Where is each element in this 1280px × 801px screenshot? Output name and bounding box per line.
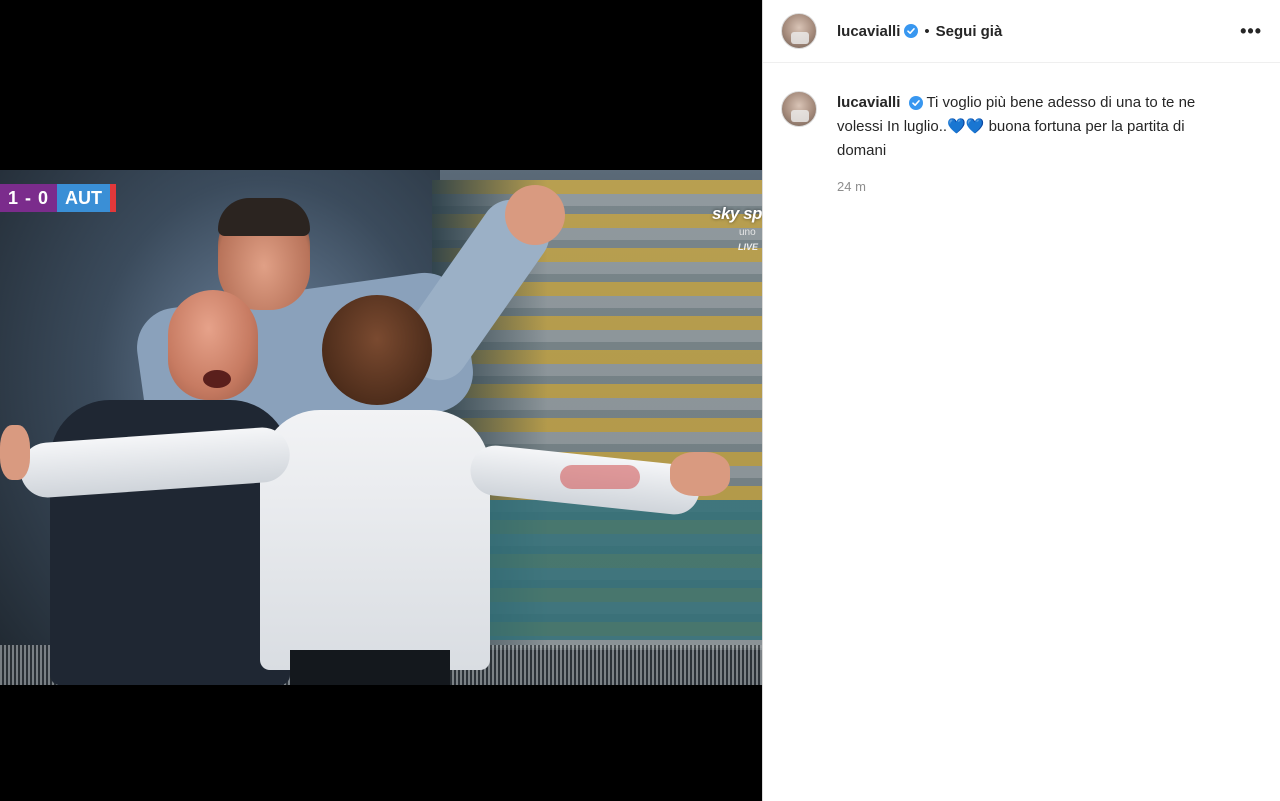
verified-badge-icon	[908, 96, 923, 111]
username-link[interactable]: lucavialli	[837, 23, 900, 40]
broadcaster-channel: uno	[739, 227, 756, 238]
person-white-shirt	[260, 410, 490, 670]
verified-badge-icon	[904, 24, 919, 38]
broadcaster-name: sky sp	[712, 204, 762, 223]
team-code: AUT	[57, 184, 111, 212]
caption-avatar[interactable]	[781, 91, 817, 127]
separator-dot: •	[924, 22, 930, 40]
score: 1 - 0	[0, 184, 58, 212]
post-side-panel: lucavialli • Segui già ••• lucavialli Ti	[762, 0, 1280, 801]
avatar[interactable]	[781, 13, 817, 49]
raised-hand	[505, 185, 565, 245]
caption-body: lucavialli Ti voglio più bene adesso di …	[837, 91, 1237, 194]
left-hand	[0, 425, 30, 480]
broadcaster-logo: sky sp uno LIVE	[712, 204, 762, 252]
scoreboard: 1 - 0 AUT	[0, 184, 117, 212]
media-panel: 1 - 0 AUT sky sp uno LIVE	[0, 0, 762, 801]
flag-strip	[110, 184, 117, 212]
caption-text-line: lucavialli Ti voglio più bene adesso di …	[837, 91, 1237, 163]
trousers	[290, 650, 450, 685]
person-brown-hair-head	[322, 295, 432, 405]
shirt-mark	[560, 465, 640, 489]
caption-block: lucavialli Ti voglio più bene adesso di …	[763, 63, 1280, 194]
open-mouth	[203, 370, 231, 388]
post-header: lucavialli • Segui già •••	[763, 0, 1280, 63]
post-image[interactable]	[0, 170, 762, 685]
live-badge: LIVE	[738, 242, 759, 252]
post-timestamp[interactable]: 24 m	[837, 179, 1237, 194]
hair	[218, 198, 310, 236]
following-button[interactable]: Segui già	[936, 23, 1003, 40]
caption-username-link[interactable]: lucavialli	[837, 94, 900, 111]
right-hand	[670, 452, 730, 496]
more-options-icon[interactable]: •••	[1240, 21, 1262, 42]
